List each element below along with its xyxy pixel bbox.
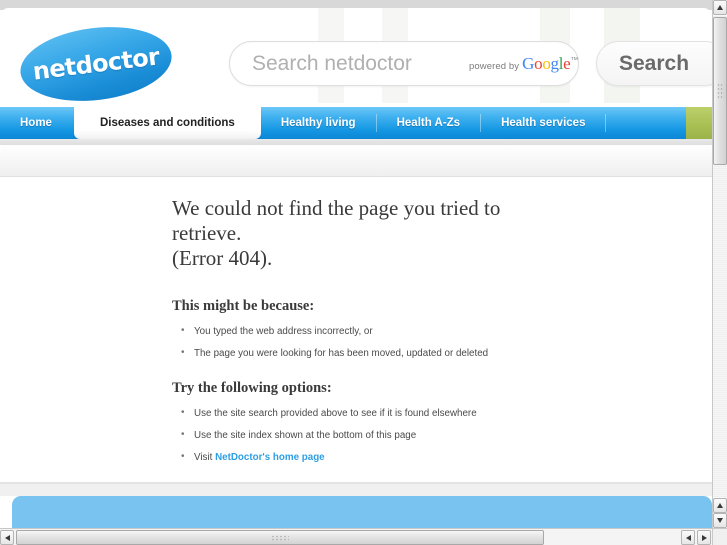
list-item: Use the site search provided above to se… <box>181 406 477 420</box>
reasons-heading: This might be because: <box>172 298 315 314</box>
visit-label: Visit <box>194 452 216 463</box>
footer-band <box>12 496 712 528</box>
horizontal-scrollbar[interactable] <box>0 528 712 545</box>
scroll-right-button[interactable] <box>697 530 711 545</box>
chevron-left-icon <box>685 534 691 541</box>
chevron-up-icon <box>717 503 723 508</box>
scrollbar-grip-icon <box>271 535 289 542</box>
search-button[interactable]: Search <box>596 41 712 86</box>
nav-accent-block[interactable] <box>686 107 712 139</box>
vertical-scrollbar-thumb[interactable] <box>713 17 727 165</box>
google-letter-g1: G <box>522 53 535 73</box>
nav-item-healthy-living[interactable]: Healthy living <box>261 107 376 139</box>
chevron-up-icon <box>717 5 723 10</box>
error-title-line-2: (Error 404). <box>172 246 273 270</box>
list-item: Visit NetDoctor's home page <box>181 450 477 464</box>
netdoctor-home-page-link[interactable]: NetDoctor's home page <box>215 452 325 463</box>
google-branding: powered by Google™ <box>469 54 578 74</box>
scrollbar-grip-icon <box>717 83 724 99</box>
footer-gap <box>0 484 712 496</box>
netdoctor-logo[interactable]: netdoctor <box>16 19 176 103</box>
breadcrumb-bar <box>0 145 712 177</box>
scroll-up-button[interactable] <box>713 0 727 15</box>
trademark-symbol: ™ <box>570 54 579 64</box>
google-letter-g2: g <box>550 53 560 73</box>
page-container: netdoctor powered by Google™ Search Home… <box>0 8 712 528</box>
error-title: We could not find the page you tried to … <box>172 196 542 271</box>
browser-viewport: netdoctor powered by Google™ Search Home… <box>0 0 727 545</box>
google-logo: Google™ <box>522 54 578 74</box>
logo-wordmark: netdoctor <box>31 42 161 86</box>
chevron-down-icon <box>717 518 723 523</box>
search-area: powered by Google™ <box>229 41 581 88</box>
scroll-left-button[interactable] <box>0 530 14 545</box>
options-heading: Try the following options: <box>172 380 332 396</box>
nav-separator-3 <box>605 114 607 132</box>
search-input[interactable] <box>252 51 467 76</box>
scroll-down-button[interactable] <box>713 513 727 528</box>
google-letter-o2: o <box>542 53 551 73</box>
list-item: The page you were looking for has been m… <box>181 346 488 360</box>
search-field[interactable]: powered by Google™ <box>229 41 579 86</box>
main-navigation: Home Diseases and conditions Healthy liv… <box>0 107 712 139</box>
nav-item-health-services[interactable]: Health services <box>481 107 605 139</box>
options-list: Use the site search provided above to se… <box>172 406 477 473</box>
nav-item-health-a-zs[interactable]: Health A-Zs <box>377 107 480 139</box>
list-item: You typed the web address incorrectly, o… <box>181 324 488 338</box>
site-header: netdoctor powered by Google™ Search <box>0 8 712 103</box>
error-title-line-1: We could not find the page you tried to … <box>172 196 501 245</box>
list-item: Use the site index shown at the bottom o… <box>181 428 477 442</box>
nav-item-home[interactable]: Home <box>0 107 74 139</box>
horizontal-scrollbar-thumb[interactable] <box>16 530 544 545</box>
scrollbar-corner <box>712 528 727 545</box>
scroll-up-button-bottom[interactable] <box>713 498 727 513</box>
vertical-scrollbar[interactable] <box>712 0 727 528</box>
nav-item-diseases-and-conditions[interactable]: Diseases and conditions <box>73 107 261 139</box>
chevron-right-icon <box>701 534 707 541</box>
chevron-left-icon <box>4 534 10 541</box>
powered-by-label: powered by <box>469 60 520 72</box>
scroll-left-button-right[interactable] <box>681 530 695 545</box>
reasons-list: You typed the web address incorrectly, o… <box>172 324 488 369</box>
